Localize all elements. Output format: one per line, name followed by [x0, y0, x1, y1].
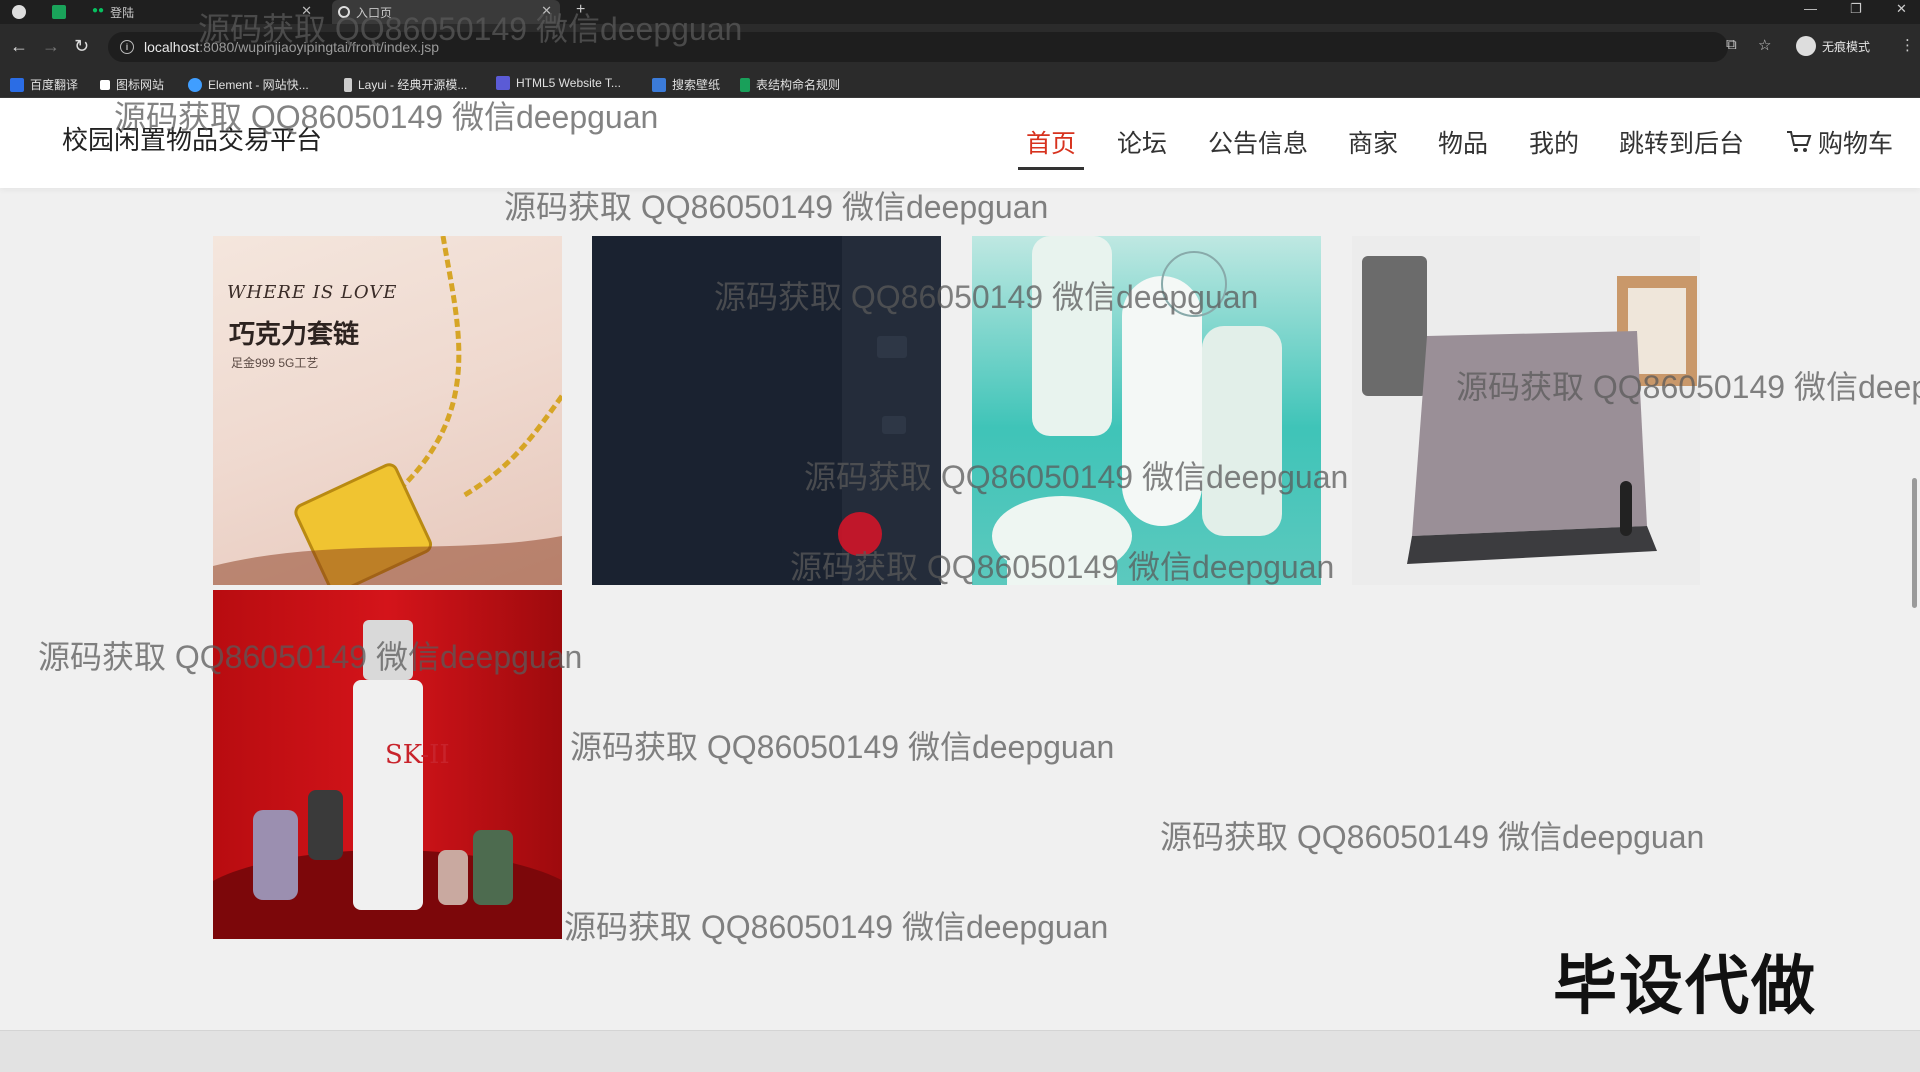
bookmark-icon-site[interactable]: 图标网站 — [100, 76, 164, 93]
translate-icon[interactable]: ⧉ — [1726, 36, 1737, 53]
close-icon[interactable]: ✕ — [541, 3, 552, 19]
forward-arrow-icon[interactable]: → — [42, 36, 60, 56]
incognito-profile[interactable]: 无痕模式 — [1796, 36, 1870, 56]
nav-announcements[interactable]: 公告信息 — [1208, 124, 1308, 160]
new-tab-icon[interactable]: + — [576, 1, 585, 19]
site-header: 校园闲置物品交易平台 首页 论坛 公告信息 商家 物品 我的 跳转到后台 购物车 — [0, 98, 1920, 188]
bookmark-label: 搜索壁纸 — [672, 78, 721, 92]
page-footer — [0, 1030, 1920, 1072]
tab-entry-label: 入口页 — [356, 5, 393, 20]
bookmark-wallpaper[interactable]: 搜索壁纸 — [652, 76, 720, 93]
nav-forum[interactable]: 论坛 — [1117, 124, 1167, 160]
flag-icon — [100, 79, 110, 90]
product-card-necklace[interactable]: WHERE IS LOVE 巧克力套链 足金999 5G工艺 — [213, 236, 562, 585]
info-icon[interactable]: i — [120, 40, 134, 54]
bookmark-baidu-translate[interactable]: 百度翻译 — [10, 76, 78, 93]
url-bar[interactable]: i localhost :8080/wupinjiaoyipingtai/fro… — [108, 32, 1728, 62]
html5-icon — [496, 76, 510, 90]
necklace-image — [213, 236, 562, 585]
close-icon[interactable]: ✕ — [301, 3, 312, 19]
tab-login[interactable]: ●● 登陆 ✕ — [92, 0, 320, 24]
bookmark-table-naming[interactable]: 表结构命名规则 — [740, 76, 840, 93]
promo-badge: 毕设代做 — [1553, 950, 1817, 1022]
bookmark-star-icon[interactable]: ☆ — [1758, 36, 1771, 54]
nav-home[interactable]: 首页 — [1017, 124, 1085, 170]
dark-product-image — [842, 236, 941, 585]
minimize-icon[interactable]: — — [1804, 1, 1817, 16]
page-scrollbar[interactable] — [1912, 478, 1917, 608]
product-card-laptop[interactable] — [1352, 236, 1700, 585]
bookmarks-bar: 百度翻译 图标网站 Element - 网站快... Layui - 经典开源模… — [0, 70, 1920, 98]
sheet-icon — [740, 77, 750, 92]
cart-icon — [1787, 131, 1812, 152]
product-card-skincare[interactable] — [972, 236, 1321, 585]
bookmark-element[interactable]: Element - 网站快... — [188, 76, 309, 93]
product-card-perfume[interactable]: SK-II — [213, 590, 562, 939]
bookmark-label: 图标网站 — [116, 78, 165, 92]
wechat-icon: ●● — [92, 5, 105, 16]
site-title: 校园闲置物品交易平台 — [62, 125, 323, 155]
translate-icon — [10, 77, 24, 92]
element-logo-icon — [188, 77, 202, 92]
bookmark-label: 百度翻译 — [30, 78, 79, 92]
nav-admin[interactable]: 跳转到后台 — [1619, 124, 1744, 160]
nav-mine[interactable]: 我的 — [1529, 124, 1579, 160]
tab-entry[interactable]: 入口页 ✕ — [332, 0, 560, 24]
incognito-icon — [1796, 36, 1816, 56]
bookmark-label: Element - 网站快... — [208, 78, 309, 92]
web-page: 校园闲置物品交易平台 首页 论坛 公告信息 商家 物品 我的 跳转到后台 购物车… — [0, 98, 1920, 1072]
sheet-icon — [52, 5, 66, 19]
laptop-image — [1362, 256, 1697, 564]
bookmark-html5-templates[interactable]: HTML5 Website T... — [496, 76, 621, 90]
tab-browser-menu[interactable] — [12, 0, 32, 24]
url-path: :8080/wupinjiaoyipingtai/front/index.jsp — [199, 39, 439, 55]
restore-icon[interactable]: ❐ — [1850, 1, 1862, 17]
reload-icon[interactable]: ↻ — [74, 36, 89, 56]
wallpaper-icon — [652, 77, 666, 92]
window-close-icon[interactable]: ✕ — [1896, 1, 1907, 17]
layui-logo-icon — [344, 77, 352, 92]
nav-cart[interactable]: 购物车 — [1786, 124, 1893, 160]
click-indicator — [838, 512, 882, 556]
nav-merchants[interactable]: 商家 — [1348, 124, 1398, 160]
tab-sheet[interactable] — [52, 0, 72, 24]
bookmark-layui[interactable]: Layui - 经典开源模... — [344, 76, 467, 93]
url-host: localhost — [144, 39, 200, 55]
brand-label: SK-II — [385, 740, 450, 770]
bookmark-label: HTML5 Website T... — [516, 76, 621, 90]
bookmark-label: Layui - 经典开源模... — [358, 78, 468, 92]
globe-icon — [338, 6, 350, 18]
product-card-dark[interactable] — [592, 236, 941, 585]
profile-label: 无痕模式 — [1822, 39, 1871, 54]
browser-logo-icon — [12, 5, 26, 19]
browser-tab-bar: ●● 登陆 ✕ 入口页 ✕ + — ❐ ✕ — [0, 0, 1920, 24]
back-arrow-icon[interactable]: ← — [10, 36, 28, 56]
nav-cart-label: 购物车 — [1818, 130, 1894, 158]
nav-items[interactable]: 物品 — [1438, 124, 1488, 160]
tab-login-label: 登陆 — [110, 5, 135, 20]
more-menu-icon[interactable]: ⋮ — [1900, 36, 1915, 54]
address-toolbar: ← → ↻ i localhost :8080/wupinjiaoyipingt… — [0, 24, 1920, 70]
skincare-image — [992, 236, 1282, 585]
bookmark-label: 表结构命名规则 — [756, 78, 841, 92]
